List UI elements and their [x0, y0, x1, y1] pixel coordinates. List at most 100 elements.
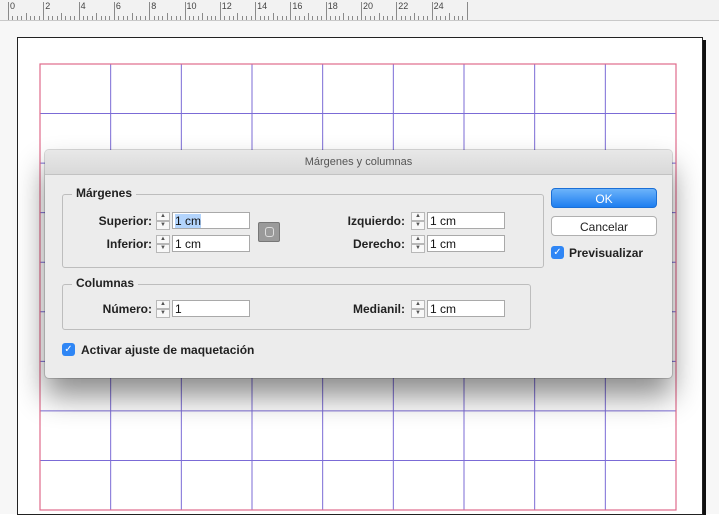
ruler-tick: [391, 16, 393, 20]
layout-adjust-checkbox[interactable]: ✓: [62, 343, 75, 356]
stepper-down-icon[interactable]: ▼: [156, 244, 170, 253]
ruler-label: 10: [186, 1, 197, 11]
ruler-tick: [153, 16, 155, 20]
right-margin-input[interactable]: 1 cm: [427, 235, 505, 252]
ruler-tick: [8, 2, 9, 20]
ruler-tick: [409, 16, 411, 20]
ruler-tick: [246, 16, 248, 20]
ruler-label: 8: [151, 1, 157, 11]
stepper-up-icon[interactable]: ▲: [156, 235, 170, 244]
ruler-tick: [422, 16, 424, 20]
ruler-tick: [268, 16, 270, 20]
ruler-tick: [466, 2, 468, 20]
gutter-label: Medianil:: [352, 302, 405, 316]
ruler-tick: [52, 16, 54, 20]
bottom-margin-label: Inferior:: [106, 237, 152, 251]
stepper-up-icon[interactable]: ▲: [411, 212, 425, 221]
stepper-up-icon[interactable]: ▲: [411, 300, 425, 309]
ruler-tick: [250, 16, 252, 20]
margins-legend: Márgenes: [72, 186, 137, 200]
ruler-label: 16: [292, 1, 303, 11]
gutter-input[interactable]: 1 cm: [427, 300, 505, 317]
ruler-tick: [321, 16, 323, 20]
ruler-label: 20: [363, 1, 374, 11]
ruler-tick: [316, 16, 318, 20]
gutter-value: 1 cm: [430, 302, 457, 316]
ruler-tick: [69, 16, 71, 20]
ruler-tick: [400, 16, 402, 20]
ruler-tick: [427, 16, 429, 20]
top-margin-stepper[interactable]: ▲ ▼: [156, 212, 170, 230]
ruler-tick: [175, 16, 177, 20]
top-margin-input[interactable]: 1 cm: [172, 212, 250, 229]
left-margin-stepper[interactable]: ▲ ▼: [411, 212, 425, 230]
ruler-tick: [334, 16, 336, 20]
ruler-label: 12: [221, 1, 232, 11]
dialog-title: Márgenes y columnas: [45, 150, 672, 175]
stepper-up-icon[interactable]: ▲: [411, 235, 425, 244]
ruler-label: 14: [257, 1, 268, 11]
margins-columns-dialog: Márgenes y columnas Márgenes Superior: ▲…: [45, 150, 672, 378]
preview-checkbox[interactable]: ✓: [551, 246, 564, 259]
ruler-tick: [127, 16, 129, 20]
columns-number-input[interactable]: 1: [172, 300, 250, 317]
ruler-tick: [330, 16, 332, 20]
ruler-tick: [219, 2, 221, 20]
ruler-tick: [272, 13, 274, 20]
ruler-tick: [241, 16, 243, 20]
ruler-tick: [122, 16, 124, 20]
ruler-tick: [206, 16, 208, 20]
columns-number-stepper[interactable]: ▲ ▼: [156, 300, 170, 318]
ruler-tick: [431, 2, 433, 20]
ruler-tick: [237, 13, 239, 20]
right-margin-stepper[interactable]: ▲ ▼: [411, 235, 425, 253]
stepper-down-icon[interactable]: ▼: [411, 221, 425, 230]
stepper-up-icon[interactable]: ▲: [156, 212, 170, 221]
ruler-tick: [113, 2, 115, 20]
left-margin-label: Izquierdo:: [347, 214, 405, 228]
ruler-tick: [96, 13, 98, 20]
ruler-tick: [458, 16, 460, 20]
ruler-tick: [56, 16, 58, 20]
ruler-tick: [285, 16, 287, 20]
ruler-tick: [78, 2, 80, 20]
margins-group: Márgenes: [62, 186, 544, 268]
bottom-margin-stepper[interactable]: ▲ ▼: [156, 235, 170, 253]
ruler-tick: [444, 16, 446, 20]
stepper-up-icon[interactable]: ▲: [156, 300, 170, 309]
ruler-tick: [294, 16, 296, 20]
ruler-tick: [30, 16, 32, 20]
ruler-tick: [365, 16, 367, 20]
ruler-tick: [449, 13, 451, 20]
left-margin-input[interactable]: 1 cm: [427, 212, 505, 229]
stepper-down-icon[interactable]: ▼: [411, 309, 425, 318]
layout-adjust-label[interactable]: Activar ajuste de maquetación: [81, 343, 254, 357]
cancel-button[interactable]: Cancelar: [551, 216, 657, 236]
ruler-tick: [25, 13, 27, 20]
ruler-tick: [140, 16, 142, 20]
gutter-stepper[interactable]: ▲ ▼: [411, 300, 425, 318]
ruler-tick: [325, 2, 327, 20]
chain-link-icon[interactable]: [258, 222, 280, 242]
ruler-tick: [197, 16, 199, 20]
ruler-tick: [135, 16, 137, 20]
ruler-tick: [21, 16, 23, 20]
ok-button[interactable]: OK: [551, 188, 657, 208]
ruler-tick: [109, 16, 111, 20]
bottom-margin-input[interactable]: 1 cm: [172, 235, 250, 252]
ruler-tick: [91, 16, 93, 20]
preview-label[interactable]: Previsualizar: [569, 246, 643, 260]
stepper-down-icon[interactable]: ▼: [156, 221, 170, 230]
ruler-tick: [356, 16, 358, 20]
ruler-tick: [83, 16, 84, 20]
ruler-tick: [34, 16, 36, 20]
ruler-tick: [131, 13, 133, 20]
ruler-tick: [440, 16, 442, 20]
stepper-down-icon[interactable]: ▼: [411, 244, 425, 253]
ruler-tick: [303, 16, 305, 20]
ruler-tick: [47, 16, 49, 20]
ruler-tick: [233, 16, 235, 20]
stepper-down-icon[interactable]: ▼: [156, 309, 170, 318]
top-margin-value: 1 cm: [175, 214, 202, 228]
ruler-tick: [105, 16, 107, 20]
